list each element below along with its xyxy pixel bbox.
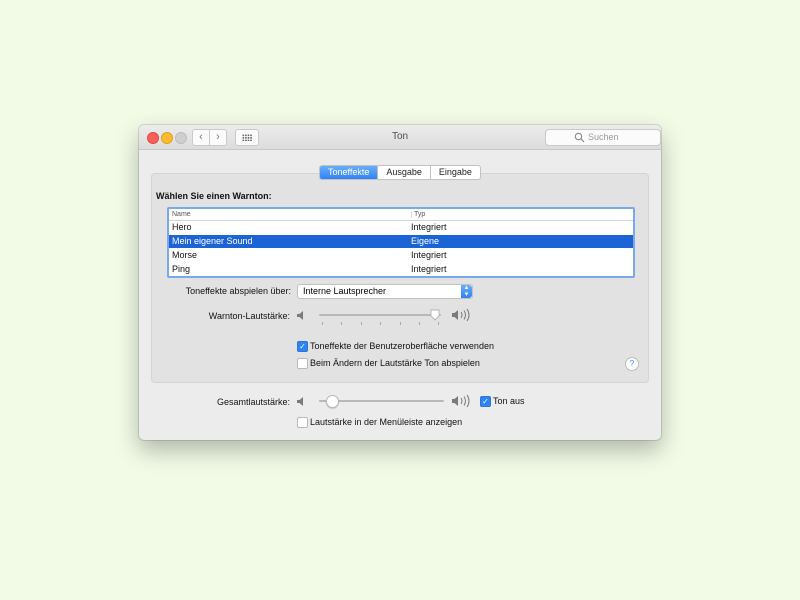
speaker-quiet-icon <box>297 397 303 406</box>
tab-ausgabe[interactable]: Ausgabe <box>377 166 430 179</box>
search-placeholder: Suchen <box>588 132 619 142</box>
alert-volume-track[interactable] <box>319 314 441 316</box>
table-row[interactable]: Ping Integriert <box>169 263 633 276</box>
search-icon <box>574 132 585 143</box>
mute-checkbox[interactable]: ✓ <box>480 396 491 407</box>
table-row[interactable]: Hero Integriert <box>169 221 633 234</box>
row-type: Eigene <box>411 236 440 246</box>
speaker-quiet-icon <box>297 311 303 320</box>
playback-device-value: Interne Lautsprecher <box>303 286 387 296</box>
ui-effects-label: Toneffekte der Benutzeroberfläche verwen… <box>310 341 494 351</box>
tab-eingabe[interactable]: Eingabe <box>429 166 480 179</box>
row-name: Hero <box>172 222 192 232</box>
updown-chevron-icon: ▴ ▾ <box>461 284 472 298</box>
speaker-loud-icon <box>452 394 470 408</box>
row-type: Integriert <box>411 250 447 260</box>
table-row[interactable]: Morse Integriert <box>169 249 633 262</box>
help-button[interactable]: ? <box>625 357 639 371</box>
menubar-volume-checkbox[interactable] <box>297 417 308 428</box>
alert-volume-ticks <box>322 322 442 326</box>
alert-sound-table[interactable]: Name Typ Hero Integriert Mein eigener So… <box>167 207 635 278</box>
alert-sound-heading: Wählen Sie einen Warnton: <box>156 191 272 201</box>
table-row-selected[interactable]: Mein eigener Sound Eigene <box>169 235 633 248</box>
column-header-name[interactable]: Name <box>172 211 191 218</box>
ui-effects-checkbox[interactable]: ✓ <box>297 341 308 352</box>
row-type: Integriert <box>411 222 447 232</box>
output-volume-label: Gesamtlautstärke: <box>216 397 290 407</box>
menubar-volume-label: Lautstärke in der Menüleiste anzeigen <box>310 417 463 427</box>
titlebar: ‹ › Ton Suchen <box>139 125 661 150</box>
row-type: Integriert <box>411 264 447 274</box>
mute-label: Ton aus <box>493 396 525 406</box>
volume-feedback-checkbox[interactable] <box>297 358 308 369</box>
row-name: Morse <box>172 250 198 260</box>
tab-toneffekte[interactable]: Toneffekte <box>320 166 378 179</box>
speaker-loud-icon <box>452 308 470 322</box>
alert-volume-slider-thumb[interactable] <box>430 309 440 321</box>
playback-device-select[interactable]: Interne Lautsprecher ▴ ▾ <box>297 284 473 299</box>
column-header-type[interactable]: Typ <box>411 211 425 218</box>
toneffekte-panel <box>151 173 649 383</box>
alert-volume-label: Warnton-Lautstärke: <box>208 311 290 321</box>
row-name: Ping <box>172 264 191 274</box>
playback-device-label: Toneffekte abspielen über: <box>185 286 291 296</box>
output-volume-slider-thumb[interactable] <box>325 395 339 408</box>
sound-preferences-window: ‹ › Ton Suchen Toneffekte Ausgabe Eingab… <box>139 125 661 440</box>
search-field[interactable]: Suchen <box>545 129 661 146</box>
volume-feedback-label: Beim Ändern der Lautstärke Ton abspielen <box>310 358 480 368</box>
row-name: Mein eigener Sound <box>172 236 253 246</box>
tab-bar: Toneffekte Ausgabe Eingabe <box>319 165 481 180</box>
